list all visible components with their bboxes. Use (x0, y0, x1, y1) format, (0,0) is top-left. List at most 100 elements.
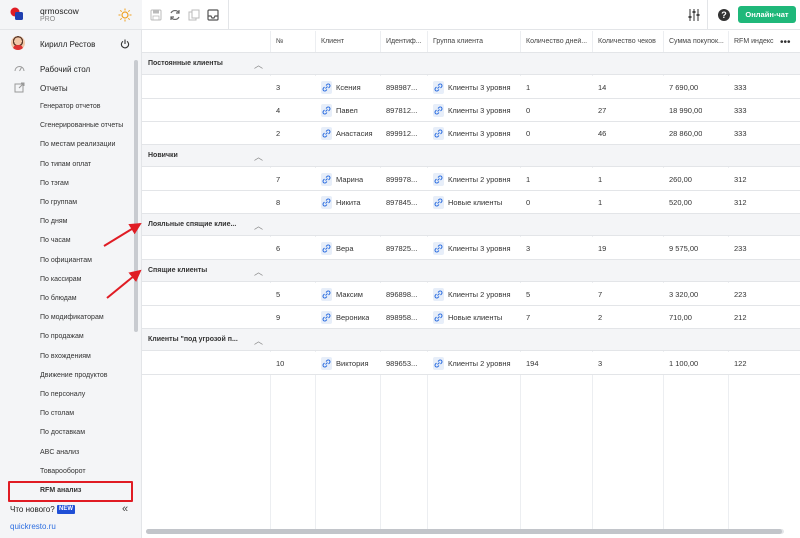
cell-rfm: 333 (734, 106, 747, 115)
table-row[interactable]: 10 Виктория 989653... Клиенты 2 уровня 194 3 1… (142, 352, 800, 375)
toolbar-divider (228, 0, 229, 30)
link-icon[interactable] (433, 357, 444, 370)
brand-plan: PRO (40, 16, 56, 23)
sun-icon[interactable] (118, 8, 132, 22)
user-name: Кирилл Рестов (40, 40, 96, 49)
link-icon[interactable] (433, 288, 444, 301)
link-icon[interactable] (433, 173, 444, 186)
user-profile[interactable]: Кирилл Рестов (0, 31, 142, 57)
column-header[interactable]: Сумма покупок... (669, 38, 724, 45)
cell-sum: 260,00 (669, 175, 692, 184)
table-horizontal-scrollbar[interactable] (146, 529, 784, 534)
new-badge: NEW (57, 505, 75, 514)
inbox-icon[interactable] (206, 8, 220, 22)
column-header[interactable]: № (276, 38, 284, 45)
submenu-item[interactable]: По персоналу (40, 385, 85, 404)
table-row[interactable]: 2 Анастасия 899912... Клиенты 3 уровня 0 46 28… (142, 122, 800, 145)
save-icon[interactable] (149, 8, 163, 22)
column-header[interactable]: Клиент (321, 38, 344, 45)
submenu-item[interactable]: Сгенерированные отчеты (40, 116, 123, 135)
more-options-icon[interactable]: ••• (780, 37, 791, 48)
link-icon[interactable] (433, 311, 444, 324)
group-row[interactable]: Спящие клиенты ︿ (142, 260, 800, 282)
submenu-item[interactable]: Движение продуктов (40, 366, 107, 385)
sidebar-item-reports[interactable]: Отчеты (0, 79, 132, 97)
link-icon[interactable] (433, 127, 444, 140)
submenu-item[interactable]: По модификаторам (40, 308, 104, 327)
submenu-item[interactable]: По группам (40, 193, 77, 212)
chevron-up-icon[interactable]: ︿ (254, 219, 263, 232)
copy-icon[interactable] (187, 8, 201, 22)
link-icon[interactable] (433, 196, 444, 209)
column-header[interactable]: Количество чеков (598, 38, 656, 45)
group-row[interactable]: Новички ︿ (142, 145, 800, 167)
link-icon[interactable] (321, 104, 332, 117)
table-row[interactable]: 4 Павел 897812... Клиенты 3 уровня 0 27 18 990… (142, 99, 800, 122)
link-icon[interactable] (321, 81, 332, 94)
submenu-item[interactable]: По типам оплат (40, 155, 91, 174)
table-row[interactable]: 9 Вероника 898958... Новые клиенты 7 2 710,00 2… (142, 306, 800, 329)
cell-rfm: 233 (734, 244, 747, 253)
table-row[interactable]: 5 Максим 896898... Клиенты 2 уровня 5 7 3 320,… (142, 283, 800, 306)
submenu-item[interactable]: По тэгам (40, 174, 69, 193)
link-icon[interactable] (321, 357, 332, 370)
table-row[interactable]: 7 Марина 899978... Клиенты 2 уровня 1 1 260,00… (142, 168, 800, 191)
submenu-item[interactable]: По местам реализации (40, 135, 115, 154)
cell-group: Новые клиенты (448, 313, 503, 322)
chevron-up-icon[interactable]: ︿ (254, 150, 263, 163)
group-row[interactable]: Лояльные спящие клие... ︿ (142, 214, 800, 236)
table-scroll-thumb[interactable] (146, 529, 782, 534)
submenu-item[interactable]: Генератор отчетов (40, 97, 100, 116)
link-icon[interactable] (321, 196, 332, 209)
link-icon[interactable] (321, 242, 332, 255)
whats-new-link[interactable]: Что нового? (10, 505, 55, 514)
cell-checks: 7 (598, 290, 603, 299)
link-icon[interactable] (321, 173, 332, 186)
submenu-item[interactable]: ABC анализ (40, 443, 79, 462)
submenu-item[interactable]: По часам (40, 231, 71, 250)
help-icon[interactable]: ? (717, 8, 731, 22)
link-icon[interactable] (433, 242, 444, 255)
sidebar-scrollbar[interactable] (134, 60, 138, 504)
column-header[interactable]: Группа клиента (433, 38, 483, 45)
cell-checks: 19 (598, 244, 607, 253)
group-row[interactable]: Клиенты "под угрозой п... ︿ (142, 329, 800, 351)
refresh-icon[interactable] (168, 8, 182, 22)
online-chat-button[interactable]: Онлайн-чат (738, 6, 796, 23)
cell-checks: 2 (598, 313, 603, 322)
submenu-item[interactable]: По вхождениям (40, 347, 91, 366)
submenu-item[interactable]: Товарооборот (40, 462, 86, 481)
table-row[interactable]: 3 Ксения 898987... Клиенты 3 уровня 1 14 7 690… (142, 76, 800, 99)
column-header[interactable]: Идентиф... (386, 38, 422, 45)
sidebar-item-desktop[interactable]: Рабочий стол (0, 60, 132, 78)
submenu-item[interactable]: По блюдам (40, 289, 77, 308)
submenu-item[interactable]: По столам (40, 404, 74, 423)
link-icon[interactable] (433, 81, 444, 94)
submenu-item[interactable]: По дням (40, 212, 67, 231)
submenu-item[interactable]: По кассирам (40, 270, 82, 289)
collapse-sidebar-icon[interactable]: « (122, 503, 128, 515)
link-icon[interactable] (321, 288, 332, 301)
cell-rfm: 312 (734, 175, 747, 184)
chevron-up-icon[interactable]: ︿ (254, 334, 263, 347)
column-header[interactable]: RFM индекс (734, 38, 774, 45)
link-icon[interactable] (321, 311, 332, 324)
table-row[interactable]: 8 Никита 897845... Новые клиенты 0 1 520,00 312 (142, 191, 800, 214)
submenu-item[interactable]: По продажам (40, 327, 84, 346)
sidebar-scroll-thumb[interactable] (134, 60, 138, 332)
submenu-item[interactable]: По доставкам (40, 423, 85, 442)
power-icon[interactable] (120, 39, 130, 49)
link-icon[interactable] (321, 127, 332, 140)
chevron-up-icon[interactable]: ︿ (254, 58, 263, 71)
cell-days: 1 (526, 83, 531, 92)
chevron-up-icon[interactable]: ︿ (254, 265, 263, 278)
table-row[interactable]: 6 Вера 897825... Клиенты 3 уровня 3 19 9 575,0… (142, 237, 800, 260)
cell-rfm: 333 (734, 83, 747, 92)
group-row[interactable]: Постоянные клиенты ︿ (142, 53, 800, 75)
filter-settings-icon[interactable] (687, 8, 701, 22)
submenu-item[interactable]: RFM анализ (40, 481, 81, 500)
link-icon[interactable] (433, 104, 444, 117)
submenu-item[interactable]: По официантам (40, 251, 92, 270)
column-header[interactable]: Количество дней... (526, 38, 587, 45)
footer-link[interactable]: quickresto.ru (10, 522, 56, 531)
